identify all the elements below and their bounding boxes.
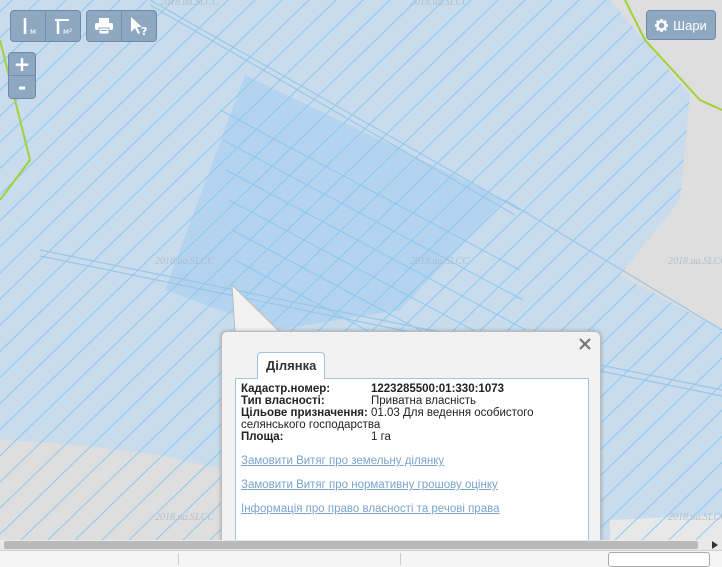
zoom-in-button[interactable]: +	[9, 53, 35, 75]
svg-text:2018.ua.SLCC: 2018.ua.SLCC	[410, 256, 469, 267]
measure-area-icon: м²	[55, 19, 72, 36]
svg-text:м²: м²	[63, 27, 72, 36]
svg-text:2018.ua.SLCC: 2018.ua.SLCC	[668, 256, 722, 267]
purpose-value-continued: селянського господарства	[241, 419, 381, 431]
cursor-help-icon: ?	[131, 17, 147, 37]
cadastral-number-value: 1223285500:01:330:1073	[371, 383, 505, 395]
svg-text:?: ?	[141, 25, 147, 37]
cadastral-number-label: Кадастр.номер:	[241, 383, 331, 395]
info-row-ownership: Тип власності: Приватна власність	[241, 395, 534, 407]
ownership-type-label: Тип власності:	[241, 395, 325, 407]
parcel-popup: Ділянка Кадастр.номер: 1223285500:01:330…	[221, 331, 601, 555]
purpose-label: Цільове призначення:	[241, 407, 368, 419]
info-row-purpose: Цільове призначення: 01.03 Для ведення о…	[241, 407, 534, 419]
gear-icon	[655, 18, 669, 32]
scroll-right-arrow-icon[interactable]	[710, 540, 720, 550]
purpose-value: 01.03 Для ведення особистого	[371, 407, 534, 419]
measure-length-icon: м	[23, 18, 36, 36]
measure-length-button[interactable]: м	[11, 11, 46, 41]
scrollbar-thumb[interactable]	[4, 541, 698, 549]
status-divider	[178, 553, 179, 565]
svg-text:2018.ua.SLCC: 2018.ua.SLCC	[160, 0, 219, 8]
svg-text:2018.ua.SLCC: 2018.ua.SLCC	[155, 256, 214, 267]
ownership-type-value: Приватна власність	[371, 395, 477, 407]
close-icon[interactable]	[577, 336, 593, 352]
horizontal-scrollbar[interactable]	[0, 540, 722, 550]
identify-button[interactable]: ?	[122, 11, 156, 41]
tools-toolbar: ?	[86, 10, 157, 42]
parcel-info-panel: Кадастр.номер: 1223285500:01:330:1073 Ти…	[235, 378, 589, 555]
area-value: 1 га	[371, 431, 391, 443]
status-bar	[0, 550, 722, 567]
order-valuation-extract-link[interactable]: Замовити Витяг про нормативну грошову оц…	[241, 479, 498, 491]
layers-label: Шари	[673, 17, 707, 33]
info-row-purpose-cont: селянського господарства	[241, 419, 534, 431]
svg-text:м: м	[30, 27, 36, 36]
print-button[interactable]	[87, 11, 122, 41]
svg-text:2018.ua.SLCC: 2018.ua.SLCC	[155, 512, 214, 523]
status-divider-2	[400, 553, 401, 565]
svg-text:2018.ua.SLCC: 2018.ua.SLCC	[668, 512, 722, 523]
status-input-box[interactable]	[608, 552, 710, 567]
layers-button[interactable]: Шари	[646, 10, 716, 40]
info-row-area: Площа: 1 га	[241, 431, 534, 443]
order-parcel-extract-link[interactable]: Замовити Витяг про земельну ділянку	[241, 455, 444, 467]
svg-text:2018.ua.SLCC: 2018.ua.SLCC	[410, 0, 469, 8]
info-row-cadastral: Кадастр.номер: 1223285500:01:330:1073	[241, 383, 534, 395]
tab-parcel[interactable]: Ділянка	[257, 352, 326, 379]
ownership-info-link[interactable]: Інформація про право власності та речові…	[241, 503, 499, 515]
zoom-control: + -	[8, 52, 36, 99]
measure-toolbar: м м²	[10, 10, 81, 42]
measure-area-button[interactable]: м²	[46, 11, 80, 41]
parcel-info-table: Кадастр.номер: 1223285500:01:330:1073 Ти…	[241, 383, 534, 443]
printer-icon	[95, 18, 113, 35]
area-label: Площа:	[241, 431, 284, 443]
zoom-out-button[interactable]: -	[9, 75, 35, 98]
